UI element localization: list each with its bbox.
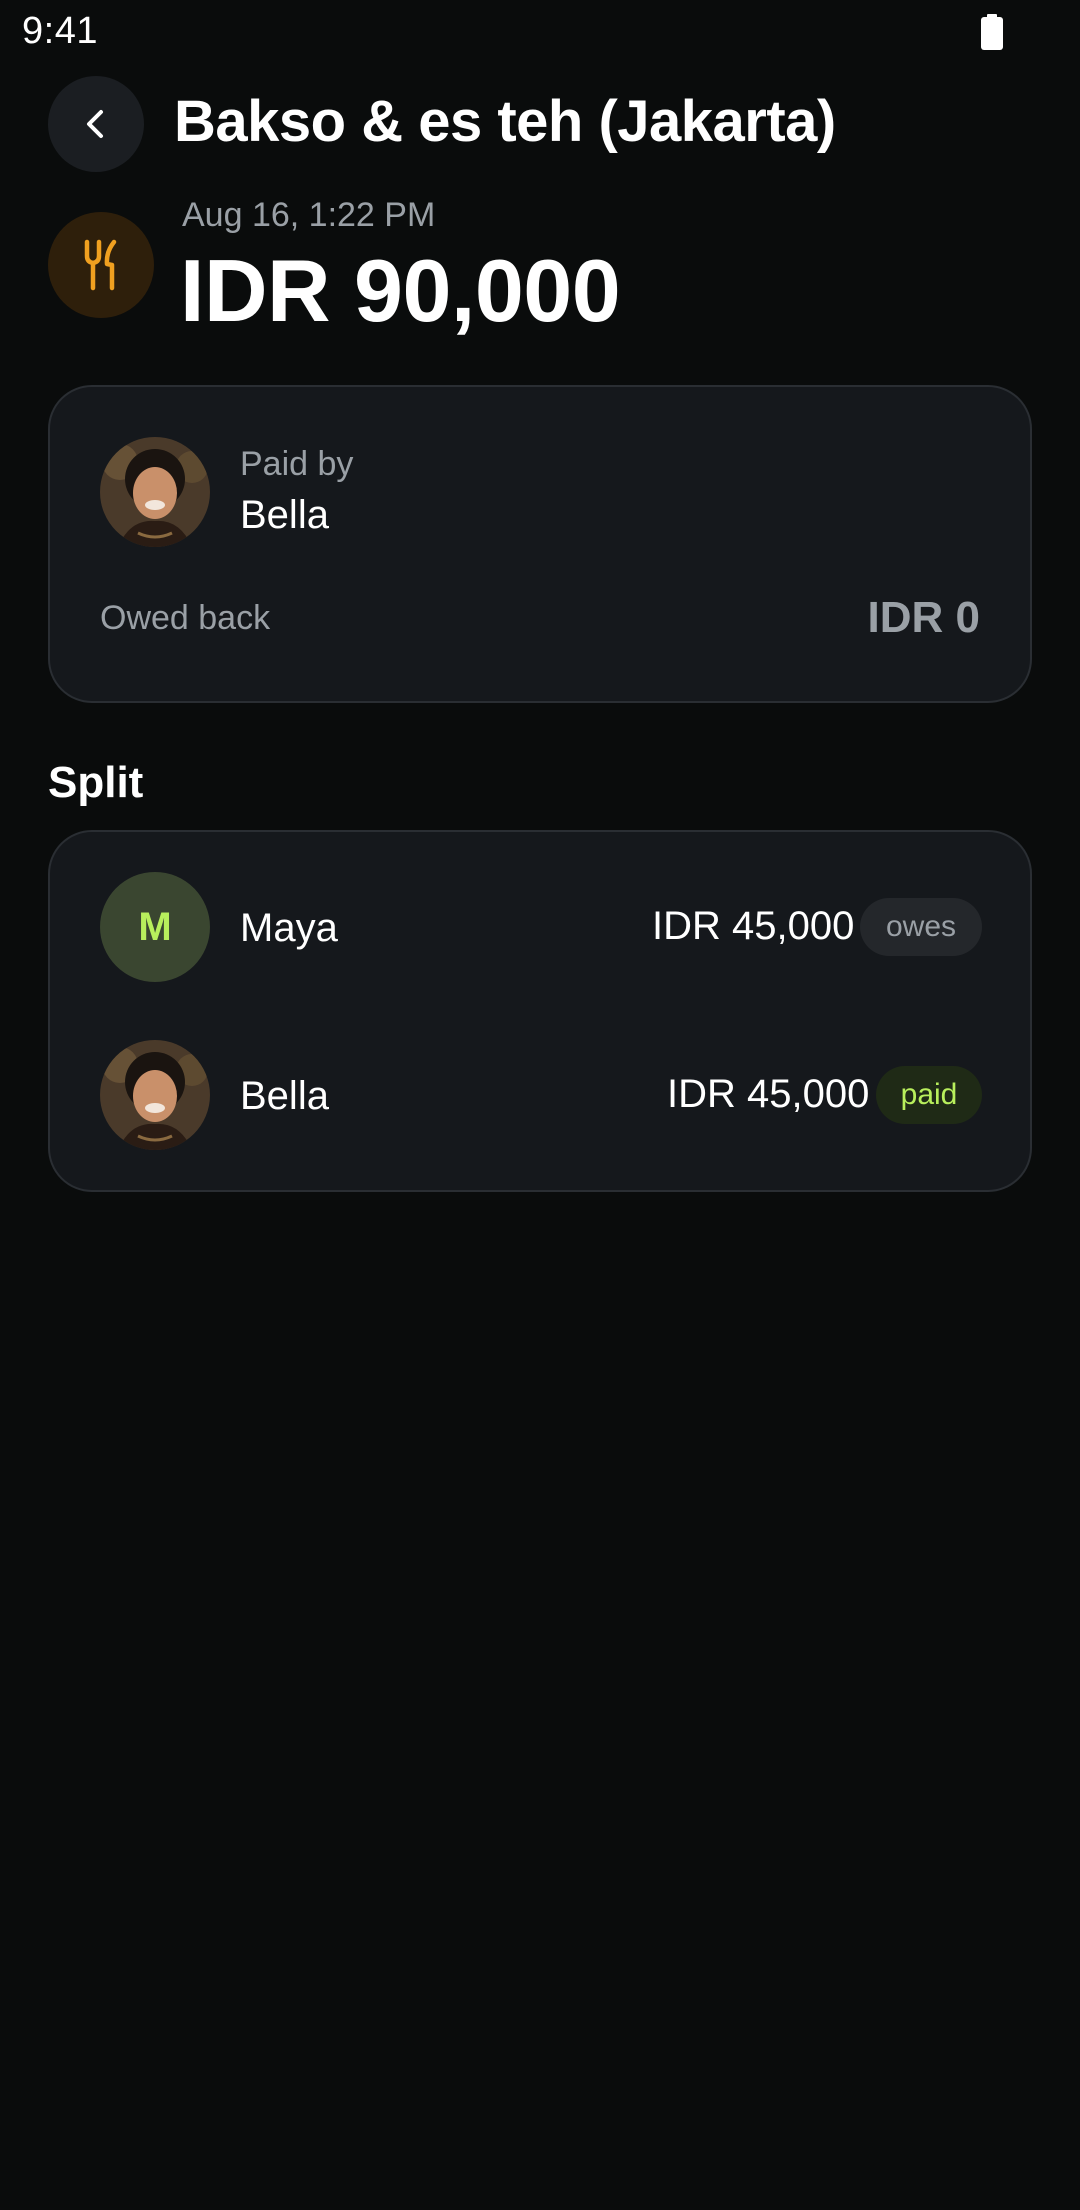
expense-amount: IDR 90,000 (180, 241, 621, 340)
expense-date: Aug 16, 1:22 PM (182, 196, 436, 234)
split-name: Bella (240, 1074, 329, 1118)
status-badge-owes: owes (860, 898, 982, 956)
split-card: M Maya IDR 45,000 owes Bella IDR 45,000 … (48, 830, 1032, 1192)
chevron-left-icon (87, 110, 103, 138)
avatar (100, 1040, 210, 1150)
fork-knife-icon (84, 239, 117, 291)
avatar-initial: M (100, 872, 210, 982)
split-amount: IDR 45,000 (652, 904, 855, 948)
status-bar: 9:41 (0, 0, 1080, 66)
owed-back-value: IDR 0 (867, 593, 980, 642)
status-badge-paid: paid (876, 1066, 982, 1124)
split-amount: IDR 45,000 (667, 1072, 870, 1116)
status-time: 9:41 (22, 10, 98, 52)
payer-card: Paid by Bella Owed back IDR 0 (48, 385, 1032, 703)
battery-icon (981, 14, 1003, 50)
split-name: Maya (240, 906, 338, 950)
paid-by-label: Paid by (240, 445, 354, 483)
split-heading: Split (48, 758, 144, 807)
page-title: Bakso & es teh (Jakarta) (174, 89, 836, 154)
split-row-maya[interactable]: M Maya IDR 45,000 owes (50, 872, 1030, 982)
category-badge (48, 212, 154, 318)
avatar (100, 437, 210, 547)
split-row-bella[interactable]: Bella IDR 45,000 paid (50, 1040, 1030, 1150)
owed-back-label: Owed back (100, 599, 271, 637)
payer-name: Bella (240, 493, 329, 537)
back-button[interactable] (48, 76, 144, 172)
